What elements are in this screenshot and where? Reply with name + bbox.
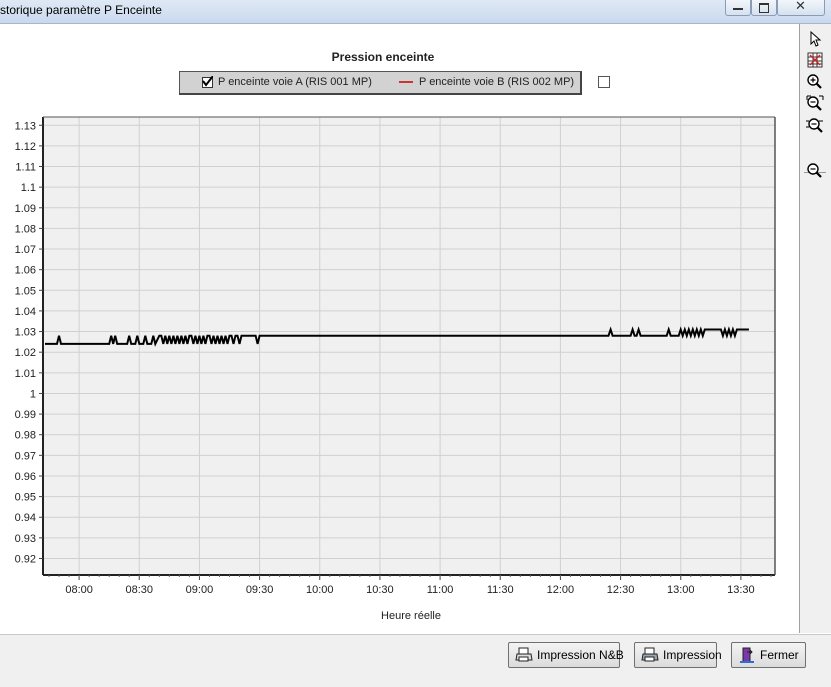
x-tick-label: 13:00	[667, 584, 695, 596]
y-tick-label: 1.11	[15, 162, 36, 174]
print-bw-button[interactable]: Impression N&B	[508, 642, 624, 668]
print-label: Impression	[663, 648, 722, 662]
close-window-button[interactable]: ✕	[777, 0, 825, 16]
chart-toolbar	[799, 24, 831, 633]
x-tick-label: 11:30	[487, 584, 514, 596]
x-tick-label: 12:00	[547, 584, 575, 596]
plot-background	[43, 117, 775, 575]
y-tick-label: 0.94	[15, 512, 36, 524]
y-tick-label: 1.05	[15, 285, 36, 297]
pointer-icon	[810, 30, 822, 47]
zoom-out-icon	[807, 163, 822, 178]
y-tick-label: 1.08	[15, 223, 36, 235]
minimize-icon	[733, 8, 743, 10]
y-tick-label: 0.98	[15, 430, 36, 442]
y-tick-label: 1.06	[15, 265, 36, 277]
print-bw-label: Impression N&B	[537, 648, 624, 662]
x-tick-label: 10:30	[366, 584, 394, 596]
minimize-button[interactable]	[725, 0, 751, 16]
chart-grid	[43, 117, 775, 575]
legend-toggle-checkbox[interactable]	[598, 76, 610, 88]
legend-item-voie-a[interactable]: P enceinte voie A (RIS 001 MP)	[202, 75, 372, 88]
pressure-chart: 0.92 0.93 0.94 0.95 0.96 0.97 0.98 0.99 1 1.01 1.0…	[15, 116, 776, 596]
zoom-reset-icon	[806, 118, 823, 133]
door-exit-icon	[740, 647, 754, 663]
zoom-area-icon	[806, 95, 824, 111]
y-tick-label: 0.95	[15, 492, 36, 504]
chart-title: Pression enceinte	[331, 50, 435, 64]
y-tick-label: 1.02	[15, 347, 36, 359]
pointer-tool-button[interactable]	[805, 30, 825, 48]
x-tick-label: 08:00	[65, 584, 93, 596]
close-icon: ✕	[795, 0, 806, 13]
y-tick-label: 0.96	[15, 471, 36, 483]
title-bar: storique paramètre P Enceinte ✕	[0, 0, 831, 23]
y-tick-label: 0.92	[15, 553, 36, 565]
y-tick-label: 1.07	[15, 244, 36, 256]
y-tick-label: 1.04	[15, 306, 36, 318]
x-tick-label: 09:00	[186, 584, 214, 596]
x-tick-label: 10:00	[306, 584, 334, 596]
zoom-in-tool-button[interactable]	[805, 73, 825, 91]
legend-label-voie-a: P enceinte voie A (RIS 001 MP)	[218, 76, 372, 88]
table-icon	[807, 52, 823, 68]
zoom-in-icon	[807, 74, 822, 89]
print-button[interactable]: Impression	[634, 642, 722, 668]
printer-icon	[641, 647, 659, 662]
table-tool-button[interactable]	[805, 51, 825, 69]
y-tick-label: 1.1	[21, 182, 36, 194]
y-tick-label: 1.09	[15, 203, 36, 215]
y-tick-label: 1.03	[15, 327, 36, 339]
maximize-icon	[759, 3, 769, 13]
maximize-button[interactable]	[751, 0, 777, 16]
zoom-area-tool-button[interactable]	[805, 95, 825, 113]
y-tick-label: 0.97	[15, 450, 36, 462]
y-tick-label: 1.12	[15, 141, 36, 153]
x-tick-label: 11:00	[427, 584, 454, 596]
y-tick-label: 0.93	[15, 533, 36, 545]
y-tick-label: 1.01	[15, 368, 36, 380]
zoom-out-tool-button[interactable]	[805, 162, 825, 180]
close-label: Fermer	[760, 648, 799, 662]
legend-item-voie-b[interactable]: P enceinte voie B (RIS 002 MP)	[399, 76, 574, 88]
x-tick-label: 08:30	[125, 584, 153, 596]
x-tick-label: 13:30	[727, 584, 755, 596]
window-title: storique paramètre P Enceinte	[0, 3, 162, 17]
x-tick-label: 12:30	[607, 584, 635, 596]
x-tick-label: 09:30	[246, 584, 274, 596]
legend-swatch-voie-b	[399, 81, 413, 83]
y-tick-label: 0.99	[15, 409, 36, 421]
zoom-reset-tool-button[interactable]	[805, 117, 825, 135]
legend: P enceinte voie A (RIS 001 MP) P enceint…	[179, 71, 582, 95]
legend-checkbox-voie-a[interactable]	[202, 75, 213, 88]
y-tick-label: 1	[30, 388, 36, 400]
x-axis-label: Heure réelle	[381, 610, 441, 622]
check-icon	[202, 75, 213, 87]
y-tick-label: 1.13	[15, 120, 36, 132]
legend-label-voie-b: P enceinte voie B (RIS 002 MP)	[419, 76, 575, 88]
printer-icon	[515, 647, 533, 662]
close-button[interactable]: Fermer	[731, 642, 806, 668]
